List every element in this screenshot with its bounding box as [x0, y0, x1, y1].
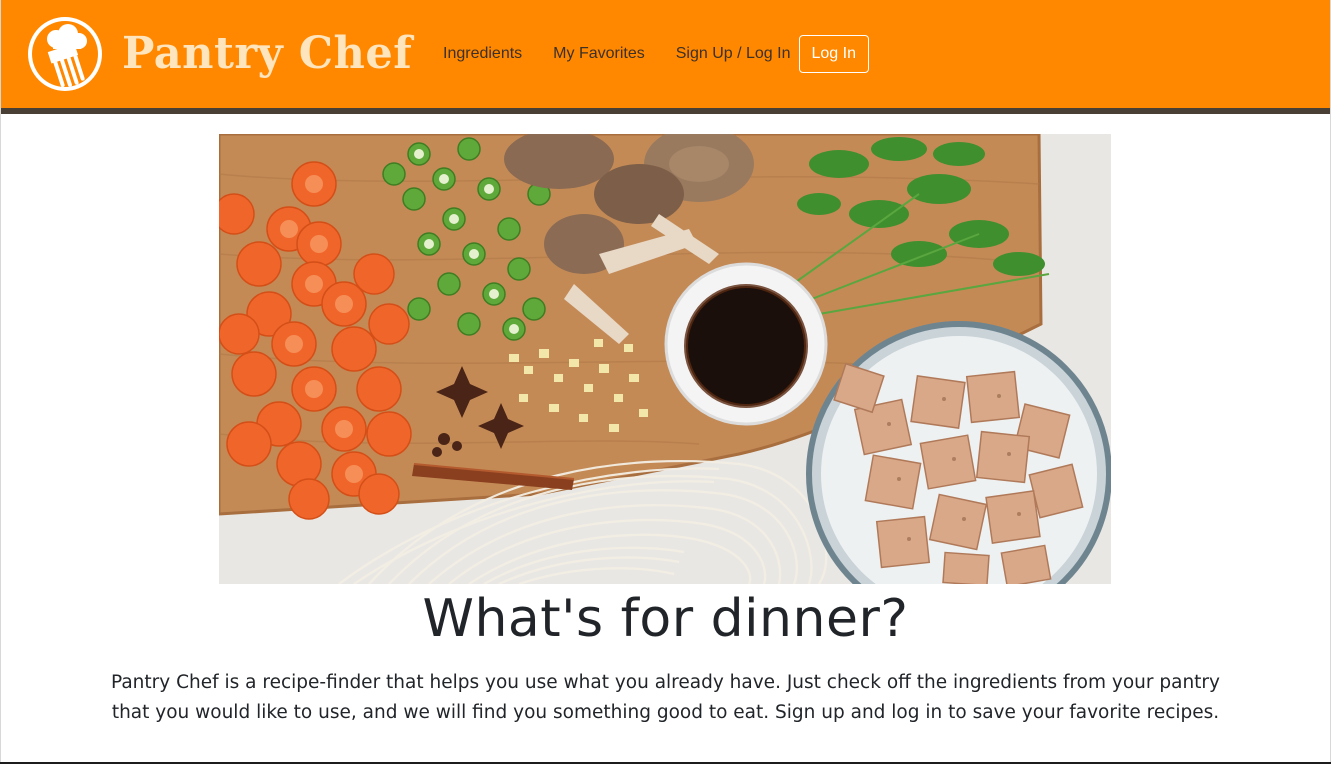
nav-links: Ingredients My Favorites Sign Up / Log I…	[443, 35, 869, 73]
page-title: What's for dinner?	[422, 589, 909, 649]
nav-link-ingredients[interactable]: Ingredients	[443, 45, 522, 63]
navbar: Pantry Chef Ingredients My Favorites Sig…	[0, 0, 1331, 108]
page: Pantry Chef Ingredients My Favorites Sig…	[0, 0, 1331, 764]
nav-link-sign-up-log-in[interactable]: Sign Up / Log In	[676, 45, 791, 63]
intro-paragraph: Pantry Chef is a recipe-finder that help…	[111, 672, 1220, 723]
navbar-divider	[0, 108, 1331, 114]
brand-home-link[interactable]: Pantry Chef	[26, 14, 418, 94]
brand-name: Pantry Chef	[122, 28, 413, 79]
nav-link-my-favorites[interactable]: My Favorites	[553, 45, 645, 63]
hero-image	[219, 134, 1111, 584]
chef-hat-fork-icon	[28, 17, 102, 91]
window-left-edge	[0, 0, 1, 764]
log-in-button[interactable]: Log In	[798, 35, 869, 73]
